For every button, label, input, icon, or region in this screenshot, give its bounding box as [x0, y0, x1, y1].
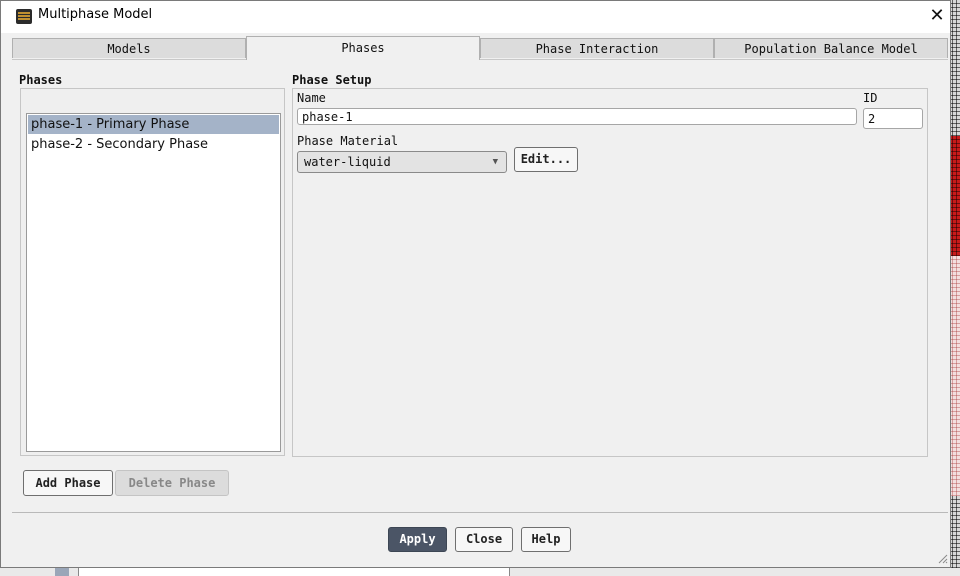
tab-phases[interactable]: Phases — [246, 36, 480, 60]
tab-models[interactable]: Models — [12, 38, 246, 58]
background-strip-field — [78, 568, 510, 576]
name-input[interactable] — [297, 108, 857, 125]
fluent-app-icon — [16, 9, 32, 24]
phase-setup-group-label: Phase Setup — [292, 73, 372, 87]
title-bar[interactable]: Multiphase Model ✕ — [1, 1, 950, 33]
window-title: Multiphase Model — [38, 7, 153, 22]
phase-material-value: water-liquid — [304, 155, 391, 169]
delete-phase-button[interactable]: Delete Phase — [115, 470, 229, 496]
edit-material-button[interactable]: Edit... — [514, 147, 578, 172]
phase-list[interactable]: phase-1 - Primary Phase phase-2 - Second… — [26, 113, 281, 452]
footer-separator — [12, 512, 948, 513]
background-strip-marker — [55, 568, 69, 576]
name-label: Name — [297, 91, 326, 105]
tab-divider — [12, 59, 948, 60]
add-phase-button[interactable]: Add Phase — [23, 470, 113, 496]
close-button[interactable]: Close — [455, 527, 513, 552]
phase-material-label: Phase Material — [297, 134, 399, 148]
tab-population-balance-model[interactable]: Population Balance Model — [714, 38, 948, 58]
apply-button[interactable]: Apply — [388, 527, 447, 552]
resize-grip-icon[interactable] — [936, 552, 948, 564]
list-item-phase-1[interactable]: phase-1 - Primary Phase — [28, 115, 279, 134]
phases-group-label: Phases — [19, 73, 63, 87]
id-label: ID — [863, 91, 878, 105]
id-input[interactable] — [863, 108, 923, 129]
dropdown-arrow-icon: ▼ — [492, 157, 498, 167]
tab-bar: Models Phases Phase Interaction Populati… — [12, 36, 948, 60]
close-icon[interactable]: ✕ — [925, 5, 949, 27]
help-button[interactable]: Help — [521, 527, 571, 552]
list-item-phase-2[interactable]: phase-2 - Secondary Phase — [28, 135, 279, 154]
background-panel-strip — [0, 568, 960, 576]
tab-phase-interaction[interactable]: Phase Interaction — [480, 38, 714, 58]
phase-material-dropdown[interactable]: water-liquid ▼ — [297, 151, 507, 173]
